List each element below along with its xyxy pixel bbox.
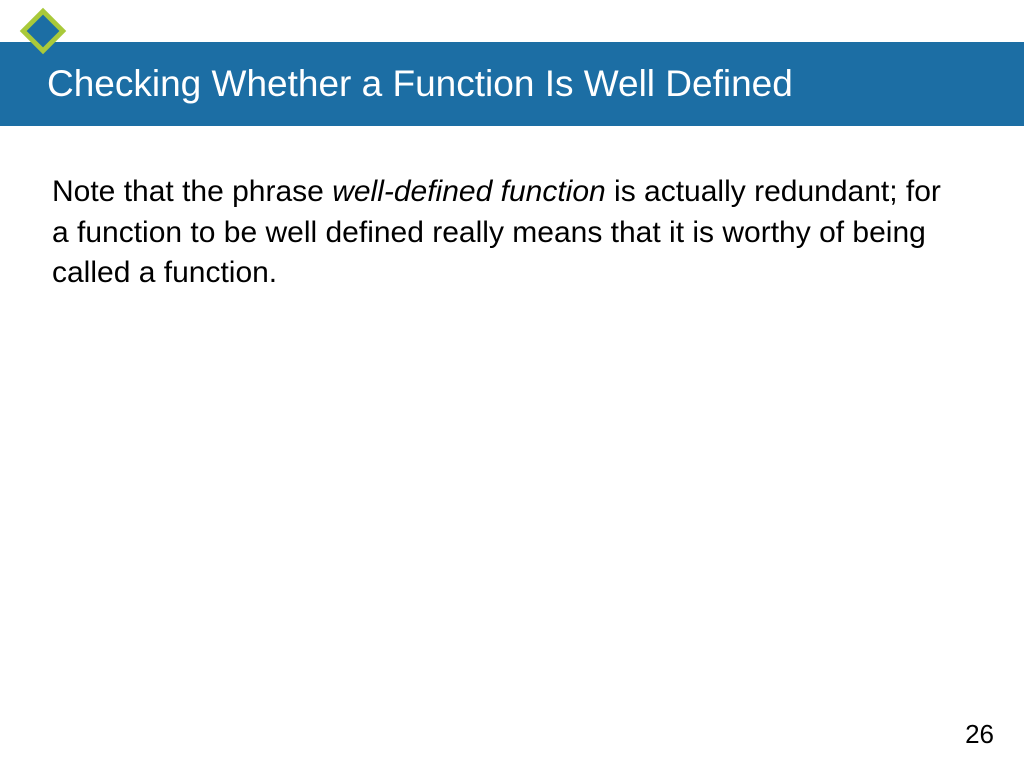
para-italic-phrase: well-defined function — [332, 175, 606, 208]
page-number: 26 — [965, 719, 994, 750]
body-paragraph: Note that the phrase well-defined functi… — [52, 172, 964, 294]
slide-title-bar: Checking Whether a Function Is Well Defi… — [0, 42, 1024, 126]
para-text-1: Note that the phrase — [52, 175, 332, 208]
slide-title: Checking Whether a Function Is Well Defi… — [47, 63, 793, 105]
diamond-bullet-icon — [14, 2, 72, 60]
slide-body: Note that the phrase well-defined functi… — [52, 172, 964, 294]
